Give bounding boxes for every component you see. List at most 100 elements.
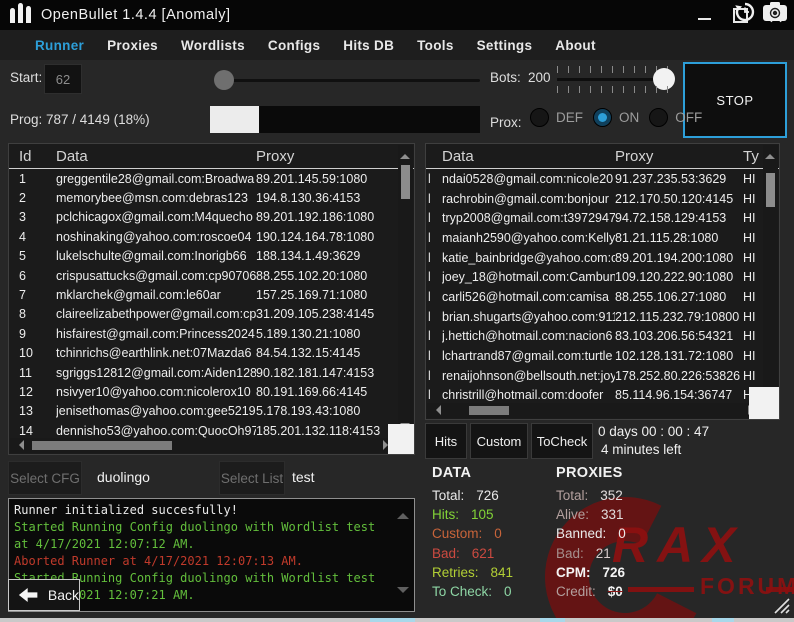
menu-item[interactable]: Configs bbox=[268, 38, 320, 53]
table-row[interactable]: 3 pclchicagox@gmail.com:M4quecho 89.201.… bbox=[9, 208, 414, 227]
scroll-down-icon[interactable] bbox=[397, 587, 409, 599]
clipped-id-column: l bbox=[426, 172, 442, 186]
table-row[interactable]: 4 noshinaking@yahoo.com:roscoe04 190.124… bbox=[9, 227, 414, 246]
scroll-thumb[interactable] bbox=[32, 441, 172, 450]
table-row[interactable]: 9 hisfairest@gmail.com:Princess2024 5.18… bbox=[9, 324, 414, 343]
stat-row: Banned: 0 bbox=[556, 524, 626, 543]
select-cfg-button[interactable]: Select CFG bbox=[8, 461, 82, 495]
table-row[interactable]: 5 lukelschulte@gmail.com:Inorigb66 188.1… bbox=[9, 247, 414, 266]
menu-bar: Runner Proxies Wordlists Configs Hits DB Tool… bbox=[0, 30, 794, 60]
openbullet-window: OpenBullet 1.4.4 [Anomaly] Runner Proxies… bbox=[0, 0, 794, 622]
table-row[interactable]: 6 crispusattucks@gmail.com:cp90706 88.25… bbox=[9, 266, 414, 285]
resize-grip-icon[interactable] bbox=[774, 598, 790, 614]
screenshot-camera-icon[interactable] bbox=[762, 1, 788, 23]
watermark-sub-text: FORUM bbox=[700, 573, 794, 600]
bots-slider[interactable] bbox=[557, 78, 671, 81]
clipped-id-column: l bbox=[426, 270, 442, 284]
stat-row: Total: 726 bbox=[432, 486, 513, 505]
table-row[interactable]: l carli526@hotmail.com:camisa 88.255.106… bbox=[426, 287, 779, 307]
table-row[interactable]: 13 jenisethomas@yahoo.com:gee5219 5.178.… bbox=[9, 402, 414, 421]
log-line: Runner initialized succesfully! bbox=[14, 502, 392, 519]
clipped-id-column: l bbox=[426, 251, 442, 265]
table-row[interactable]: l renaijohnson@bellsouth.net:joy 178.252… bbox=[426, 366, 779, 386]
stat-row: Bad: 21 bbox=[556, 544, 626, 563]
table-row[interactable]: l katie_bainbridge@yahoo.com:c 89.201.19… bbox=[426, 248, 779, 268]
menu-item[interactable]: About bbox=[555, 38, 595, 53]
tab-hits[interactable]: Hits bbox=[425, 423, 467, 459]
proxy-mode-option[interactable]: OFF bbox=[649, 108, 702, 127]
table-row[interactable]: 1 greggentile28@gmail.com:Broadwa 89.201… bbox=[9, 169, 414, 188]
col-proxy[interactable]: Proxy bbox=[256, 148, 414, 165]
scroll-thumb[interactable] bbox=[766, 173, 775, 207]
col-id[interactable]: Id bbox=[9, 148, 56, 165]
proxy-mode-option[interactable]: DEF bbox=[530, 108, 583, 127]
menu-item[interactable]: Hits DB bbox=[343, 38, 394, 53]
clipped-id-column: l bbox=[426, 192, 442, 206]
table-row[interactable]: 10 tchinrichs@earthlink.net:07Mazda6 84.… bbox=[9, 344, 414, 363]
app-logo-bullets-icon bbox=[10, 3, 31, 23]
col-data[interactable]: Data bbox=[56, 148, 256, 165]
minimize-button[interactable] bbox=[696, 7, 712, 23]
back-arrow-icon bbox=[18, 586, 41, 604]
scroll-thumb[interactable] bbox=[469, 406, 509, 415]
scroll-left-icon[interactable] bbox=[14, 440, 24, 450]
scroll-up-icon[interactable] bbox=[400, 149, 410, 159]
table-row[interactable]: l rachrobin@gmail.com:bonjour 212.170.50… bbox=[426, 189, 779, 209]
col-data[interactable]: Data bbox=[442, 148, 615, 165]
table-row[interactable]: 7 mklarchek@gmail.com:le60ar 157.25.169.… bbox=[9, 285, 414, 304]
history-icon[interactable] bbox=[734, 1, 756, 23]
progress-label: Prog: 787 / 4149 (18%) bbox=[10, 112, 150, 127]
selected-config: duolingo bbox=[97, 469, 150, 485]
vertical-scrollbar[interactable] bbox=[763, 145, 778, 402]
table-row[interactable]: 2 memorybee@msn.com:debras123 194.8.130.… bbox=[9, 188, 414, 207]
proxy-mode-option[interactable]: ON bbox=[593, 108, 639, 127]
horizontal-scrollbar[interactable] bbox=[427, 403, 762, 418]
scroll-left-icon[interactable] bbox=[431, 405, 441, 415]
menu-item[interactable]: Settings bbox=[477, 38, 533, 53]
table-row[interactable]: 12 nsivyer10@yahoo.com:nicolerox10 80.19… bbox=[9, 382, 414, 401]
table-row[interactable]: 8 claireelizabethpower@gmail.com:cp 31.2… bbox=[9, 305, 414, 324]
desktop-edge-strip bbox=[0, 618, 794, 622]
menu-item[interactable]: Proxies bbox=[107, 38, 158, 53]
start-input[interactable] bbox=[44, 64, 82, 94]
runner-data-table: Id Data Proxy 1 greggentile28@gmail.com:… bbox=[8, 143, 415, 455]
clipped-id-column: l bbox=[426, 211, 442, 225]
col-proxy[interactable]: Proxy bbox=[615, 148, 743, 165]
table-row[interactable]: l tryp2008@gmail.com:t3972947 94.72.158.… bbox=[426, 208, 779, 228]
table-row[interactable]: l joey_18@hotmail.com:Cambun 109.120.222… bbox=[426, 267, 779, 287]
table-row[interactable]: l maianh2590@yahoo.com:Kelly 81.21.115.2… bbox=[426, 228, 779, 248]
table-row[interactable]: 11 sgriggs12812@gmail.com:Aiden128 90.18… bbox=[9, 363, 414, 382]
table-row[interactable]: l lchartrand87@gmail.com:turtle 102.128.… bbox=[426, 346, 779, 366]
start-slider-handle[interactable] bbox=[214, 70, 234, 90]
table-row[interactable]: l j.hettich@hotmail.com:nacion6 83.103.2… bbox=[426, 327, 779, 347]
clipped-id-column: l bbox=[426, 329, 442, 343]
elapsed-time: 0 days 00 : 00 : 47 bbox=[598, 424, 709, 439]
select-list-button[interactable]: Select List bbox=[219, 461, 285, 495]
menu-item[interactable]: Runner bbox=[35, 38, 84, 53]
log-line: Aborted Runner at 4/17/2021 12:07:13 AM. bbox=[14, 553, 392, 570]
menu-item[interactable]: Tools bbox=[417, 38, 454, 53]
data-stats-title: DATA bbox=[432, 465, 471, 481]
table-row[interactable]: l brian.shugarts@yahoo.com:911 212.115.2… bbox=[426, 307, 779, 327]
window-title: OpenBullet 1.4.4 [Anomaly] bbox=[41, 7, 231, 23]
clipped-id-column: l bbox=[426, 388, 442, 402]
back-button[interactable]: Back bbox=[8, 579, 80, 611]
radio-icon bbox=[593, 108, 612, 127]
stat-row: Hits: 105 bbox=[432, 505, 513, 524]
vertical-scrollbar[interactable] bbox=[398, 145, 413, 437]
stat-row: Retries: 841 bbox=[432, 563, 513, 582]
clipped-id-column: l bbox=[426, 290, 442, 304]
table-row[interactable]: l ndai0528@gmail.com:nicole20 91.237.235… bbox=[426, 169, 779, 189]
scroll-up-icon[interactable] bbox=[765, 149, 775, 159]
tab-custom[interactable]: Custom bbox=[470, 423, 528, 459]
scroll-thumb[interactable] bbox=[401, 165, 410, 199]
selected-wordlist: test bbox=[292, 469, 315, 485]
menu-item[interactable]: Wordlists bbox=[181, 38, 245, 53]
proxies-stats-title: PROXIES bbox=[556, 465, 623, 481]
clipped-id-column: l bbox=[426, 310, 442, 324]
tab-tocheck[interactable]: ToCheck bbox=[531, 423, 593, 459]
stat-row: To Check: 0 bbox=[432, 582, 513, 601]
scroll-up-icon[interactable] bbox=[397, 507, 409, 519]
start-slider[interactable] bbox=[214, 79, 480, 82]
horizontal-scrollbar[interactable] bbox=[10, 438, 397, 453]
